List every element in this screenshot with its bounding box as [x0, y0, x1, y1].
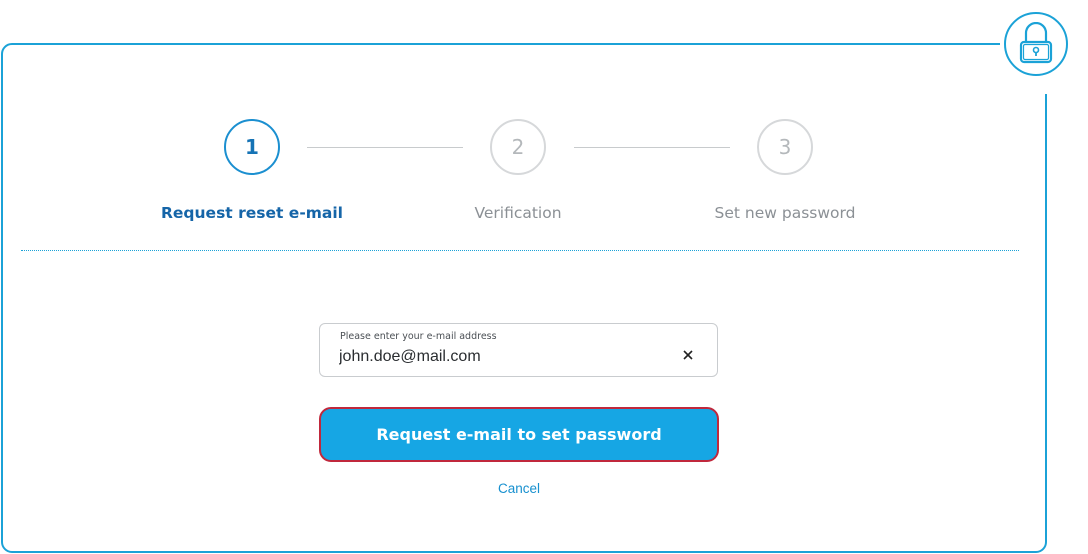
email-field-label: Please enter your e-mail address — [340, 331, 497, 342]
lock-badge — [1004, 12, 1068, 76]
step-2-circle: 2 — [490, 119, 546, 175]
lock-icon — [1019, 22, 1053, 64]
email-input[interactable] — [339, 345, 669, 369]
section-divider — [21, 250, 1019, 251]
password-reset-page: 1 2 3 Request reset e-mail Verification … — [0, 0, 1088, 554]
step-1-label: Request reset e-mail — [160, 204, 343, 222]
step-3-circle: 3 — [757, 119, 813, 175]
cancel-link[interactable]: Cancel — [469, 481, 569, 496]
step-connector-2 — [574, 147, 730, 148]
close-icon — [683, 350, 693, 360]
step-2-label: Verification — [474, 204, 562, 222]
email-field[interactable]: Please enter your e-mail address — [319, 323, 718, 377]
step-3-label: Set new password — [714, 204, 856, 222]
step-connector-1 — [307, 147, 463, 148]
request-email-button[interactable]: Request e-mail to set password — [319, 407, 719, 462]
step-1-circle: 1 — [224, 119, 280, 175]
clear-input-button[interactable] — [679, 346, 697, 364]
